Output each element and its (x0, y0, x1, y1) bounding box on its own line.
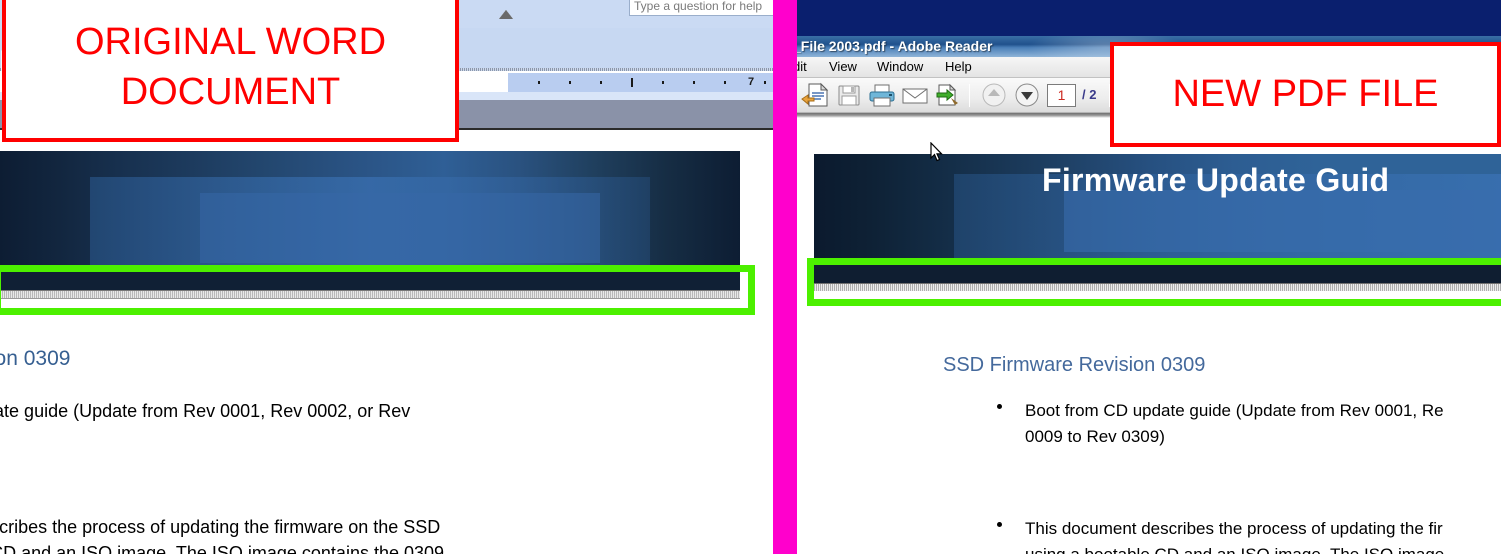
pane-divider (773, 0, 797, 554)
highlight-box-word (0, 265, 755, 315)
pdf-bullet-boot: Boot from CD update guide (Update from R… (997, 398, 1501, 450)
pdf-bullet-introduction: This document describes the process of u… (997, 516, 1501, 554)
desktop-background (797, 0, 1501, 36)
highlight-box-pdf (807, 258, 1501, 306)
pdf-heading-revision: SSD Firmware Revision 0309 (943, 354, 1206, 376)
word-help-search-input[interactable]: Type a question for help (629, 0, 773, 16)
page-number-input[interactable]: 1 (1047, 84, 1076, 107)
save-icon[interactable] (834, 82, 864, 109)
bullet-dot-icon (997, 404, 1002, 409)
callout-original-word-document-label: ORIGINAL WORD DOCUMENT (74, 21, 387, 113)
ruler-tick (764, 81, 766, 84)
menu-item-help[interactable]: Help (945, 59, 972, 74)
callout-original-word-document: ORIGINAL WORD DOCUMENT (2, 0, 459, 142)
menu-item-window[interactable]: Window (877, 59, 923, 74)
mouse-cursor-icon (930, 141, 944, 164)
menu-item-edit[interactable]: dit (797, 59, 807, 74)
banner-glow-inner (1064, 190, 1501, 252)
menu-item-view[interactable]: View (829, 59, 857, 74)
ruler-label-7: 7 (748, 76, 755, 88)
pdf-banner-title: Firmware Update Guid (1042, 162, 1390, 198)
word-bullet-introduction: document describes the process of updati… (0, 517, 445, 554)
word-heading-revision: ware Revision 0309 (0, 347, 71, 370)
email-icon[interactable] (900, 82, 930, 109)
word-bullet-boot: t from CD update guide (Update from Rev … (0, 401, 411, 447)
screenshot-root: Type a question for help 5 7 (0, 0, 1501, 554)
word-application-pane: Type a question for help 5 7 (0, 0, 773, 554)
toolbar-separator (969, 84, 970, 107)
adobe-reader-window-title: _File 2003.pdf - Adobe Reader (797, 38, 993, 54)
export-icon[interactable] (933, 82, 963, 109)
ruler-indent-marker[interactable] (499, 10, 513, 19)
print-icon[interactable] (867, 82, 897, 109)
next-page-icon[interactable] (1012, 82, 1042, 109)
callout-new-pdf-file: NEW PDF FILE (1110, 42, 1501, 147)
callout-new-pdf-file-label: NEW PDF FILE (1172, 73, 1439, 115)
create-pdf-icon[interactable] (801, 82, 831, 109)
page-total-label: / 2 (1082, 87, 1097, 102)
pdf-document-view[interactable]: Firmware Update Guid SSD Firmware Revisi… (797, 118, 1501, 554)
previous-page-icon[interactable] (979, 82, 1009, 109)
banner-glow-inner (200, 193, 600, 263)
bullet-dot-icon (997, 522, 1002, 527)
